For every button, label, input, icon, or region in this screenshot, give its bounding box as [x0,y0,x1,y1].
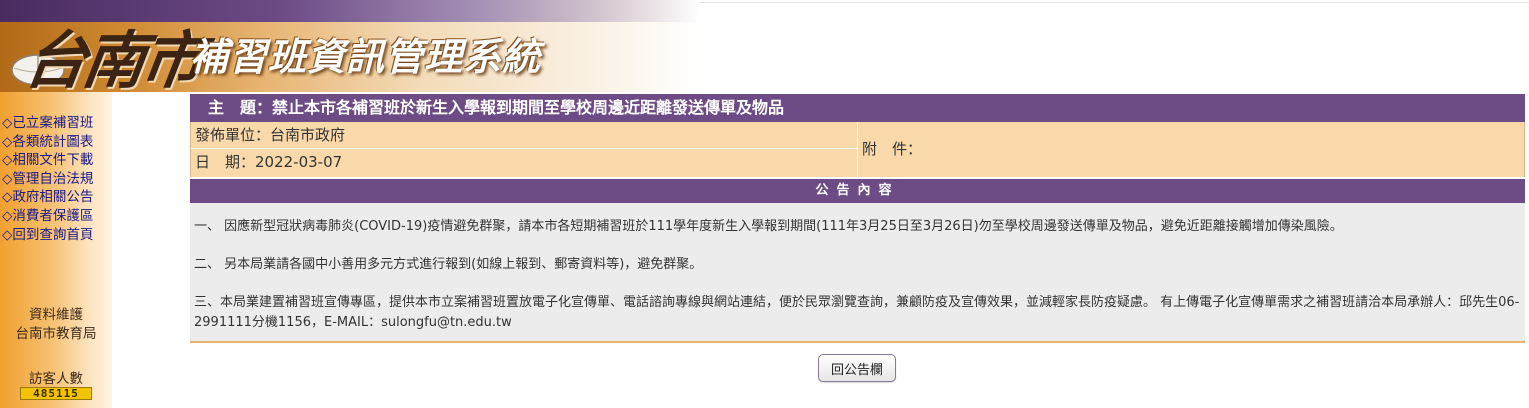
city-logo: 台南市 [20,24,205,97]
sidebar-nav: ◇已立案補習班 ◇各類統計圖表 ◇相關文件下載 ◇管理自治法規 ◇政府相關公告 … [2,114,93,244]
sidebar-item-consumer-protection[interactable]: ◇消費者保護區 [2,207,93,226]
notice-paragraph-3: 三、本局業建置補習班宣傳專區，提供本市立案補習班置放電子化宣傳單、電話諮詢專線與… [194,295,1520,330]
system-title: 補習班資訊管理系統 [190,35,542,79]
notice-content: 一、 因應新型冠狀病毒肺炎(COVID-19)疫情避免群聚，請本市各短期補習班於… [190,203,1525,343]
visitor-counter: 485115 [20,387,92,400]
back-to-notices-button[interactable]: 回公告欄 [818,354,896,382]
notice-subject: 主 題：禁止本市各補習班於新生入學報到期間至學校周邊近距離發送傳單及物品 [190,94,1525,122]
maintainer-label: 資料維護 [29,307,83,323]
sidebar-item-document-downloads[interactable]: ◇相關文件下載 [2,151,93,170]
content-header: 公告內容 [190,179,1525,203]
maintainer-info: 資料維護 台南市教育局 [0,306,112,344]
sidebar-item-statistics-charts[interactable]: ◇各類統計圖表 [2,133,93,152]
notice-paragraph-2: 二、 另本局業請各國中小善用多元方式進行報到(如線上報到、郵寄資料等)，避免群聚… [194,257,703,272]
notice-meta-left: 發佈單位：台南市政府 日 期：2022-03-07 [191,122,858,177]
sidebar-item-regulations[interactable]: ◇管理自治法規 [2,170,93,189]
visitor-label: 訪客人數 [29,371,83,387]
notice-date: 日 期：2022-03-07 [195,153,343,171]
sidebar-item-registered-schools[interactable]: ◇已立案補習班 [2,114,93,133]
notice-panel: 主 題：禁止本市各補習班於新生入學報到期間至學校周邊近距離發送傳單及物品 發佈單… [190,94,1525,343]
sidebar: ◇已立案補習班 ◇各類統計圖表 ◇相關文件下載 ◇管理自治法規 ◇政府相關公告 … [0,92,112,408]
sidebar-item-back-to-home[interactable]: ◇回到查詢首頁 [2,226,93,245]
maintainer-name: 台南市教育局 [15,326,97,342]
top-divider [700,2,1529,3]
notice-paragraph-1: 一、 因應新型冠狀病毒肺炎(COVID-19)疫情避免群聚，請本市各短期補習班於… [194,219,1343,234]
sidebar-item-government-notices[interactable]: ◇政府相關公告 [2,188,93,207]
notice-attachment: 附 件： [862,140,923,158]
notice-issuer: 發佈單位：台南市政府 [191,122,857,149]
header-banner: 台南市 補習班資訊管理系統 [0,0,700,97]
notice-meta: 發佈單位：台南市政府 日 期：2022-03-07 附 件： [190,122,1525,177]
